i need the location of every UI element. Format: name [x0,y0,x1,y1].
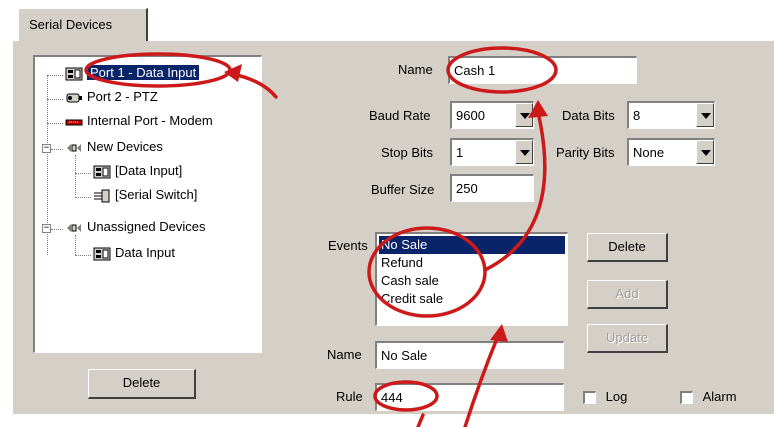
baud-rate-value: 9600 [456,108,485,123]
ptz-camera-icon [66,93,82,103]
data-input-icon [93,247,111,261]
list-item[interactable]: Credit sale [379,290,565,308]
serial-switch-icon [94,189,110,203]
log-label: Log [605,389,628,404]
delete-event-label: Delete [608,239,646,254]
parity-bits-select[interactable]: None [627,138,715,166]
list-item[interactable]: Refund [379,254,565,272]
add-event-button[interactable]: Add [587,280,668,309]
list-item[interactable]: No Sale [378,235,566,255]
parity-bits-label: Parity Bits [556,145,615,160]
tree-item-label: Data Input [115,245,175,260]
delete-device-label: Delete [122,375,161,390]
tree-item-new-devices[interactable]: New Devices [65,139,163,159]
modem-icon [65,119,83,126]
delete-device-button[interactable]: Delete [88,369,196,399]
add-event-label: Add [615,286,639,301]
data-input-icon [93,165,111,179]
chevron-down-icon[interactable] [696,140,714,164]
tree-item-label: Unassigned Devices [87,219,206,234]
name-label: Name [398,62,433,77]
tab-label: Serial Devices [29,17,113,32]
device-name-input[interactable]: Cash 1 [448,56,637,84]
tree-item-unassigned-data-input[interactable]: Data Input [93,245,175,265]
baud-rate-select[interactable]: 9600 [450,101,534,129]
stop-bits-select[interactable]: 1 [450,138,534,166]
event-name-input[interactable]: No Sale [375,341,564,369]
log-checkbox[interactable]: Log [583,389,628,405]
tree-item-label: Port 2 - PTZ [87,89,158,104]
data-input-icon [65,67,83,81]
annotation-arrow-rule [416,413,425,427]
list-item[interactable]: Cash sale [379,272,565,290]
update-event-button[interactable]: Update [587,324,668,353]
tree-item-label: New Devices [87,139,163,154]
tree-item-serial-switch[interactable]: [Serial Switch] [93,187,197,207]
data-bits-label: Data Bits [562,108,615,123]
checkbox-icon[interactable] [583,391,596,405]
alarm-checkbox[interactable]: Alarm [680,389,737,405]
update-event-label: Update [606,330,648,345]
device-tree[interactable]: − − Port 1 - Data Input Port 2 - PTZ Int… [33,55,262,353]
parity-bits-value: None [633,145,665,160]
tree-item-label: [Serial Switch] [115,187,198,202]
collapse-unassigned-icon[interactable]: − [42,224,51,233]
rule-input[interactable]: 444 [375,383,564,411]
alarm-label: Alarm [702,389,737,404]
chevron-down-icon[interactable] [696,103,714,127]
tab-serial-devices[interactable]: Serial Devices [18,8,148,41]
chevron-down-icon[interactable] [515,140,533,164]
tree-item-label: Internal Port - Modem [87,113,213,128]
device-group-icon [67,223,81,232]
tree-item-label: Port 1 - Data Input [85,64,201,81]
tree-item-new-data-input[interactable]: [Data Input] [93,163,182,183]
tree-item-internal-port[interactable]: Internal Port - Modem [65,113,213,133]
tree-item-port1[interactable]: Port 1 - Data Input [65,64,201,85]
event-name-label: Name [327,347,362,362]
buffer-size-input[interactable]: 250 [450,174,534,202]
baud-rate-label: Baud Rate [369,108,431,123]
data-bits-value: 8 [633,108,641,123]
stop-bits-label: Stop Bits [381,145,434,160]
device-group-icon [67,143,81,152]
tree-item-unassigned-devices[interactable]: Unassigned Devices [65,219,206,239]
buffer-size-label: Buffer Size [371,182,435,197]
delete-event-button[interactable]: Delete [587,233,668,262]
checkbox-icon[interactable] [680,391,693,405]
chevron-down-icon[interactable] [515,103,533,127]
data-bits-select[interactable]: 8 [627,101,715,129]
collapse-new-devices-icon[interactable]: − [42,144,51,153]
events-list[interactable]: No Sale Refund Cash sale Credit sale [375,232,568,326]
events-label: Events [328,238,368,253]
tree-item-port2[interactable]: Port 2 - PTZ [65,89,158,109]
rule-label: Rule [336,389,363,404]
stop-bits-value: 1 [456,145,464,160]
tree-item-label: [Data Input] [115,163,183,178]
